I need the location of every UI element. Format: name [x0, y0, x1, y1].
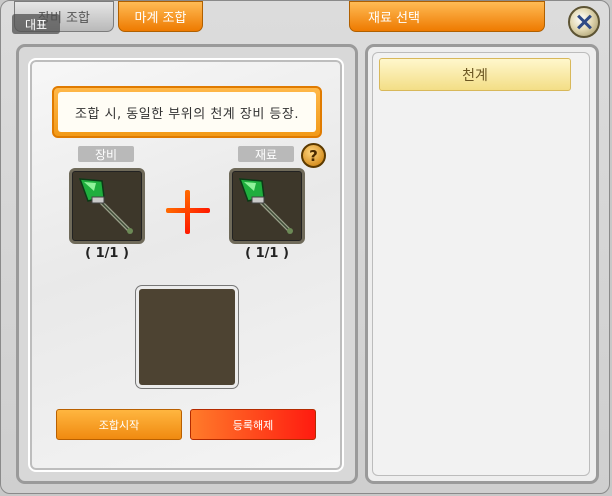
- unregister-button[interactable]: 등록해제: [190, 409, 316, 440]
- green-scepter-icon: [238, 178, 293, 234]
- material-list-panel: [372, 52, 590, 476]
- equipment-count: ( 1/1 ): [85, 246, 129, 261]
- representative-badge: 대표: [12, 14, 60, 34]
- notice-text: 조합 시, 동일한 부위의 천계 장비 등장.: [58, 92, 316, 132]
- tab-magic-combine-label: 마계 조합: [134, 11, 187, 26]
- tab-material-select-label: 재료 선택: [368, 11, 420, 26]
- equipment-slot-label: 장비: [78, 146, 134, 162]
- plus-icon: [166, 190, 210, 234]
- notice-box: 조합 시, 동일한 부위의 천계 장비 등장.: [52, 86, 322, 138]
- close-icon[interactable]: [568, 6, 600, 38]
- equipment-slot[interactable]: [69, 168, 145, 244]
- material-list-item[interactable]: 천계: [379, 58, 571, 91]
- tab-magic-combine[interactable]: 마계 조합: [118, 1, 203, 32]
- start-combine-button[interactable]: 조합시작: [56, 409, 182, 440]
- result-slot: [136, 286, 238, 388]
- green-scepter-icon: [78, 178, 133, 234]
- material-slot[interactable]: [229, 168, 305, 244]
- material-count: ( 1/1 ): [245, 246, 289, 261]
- material-slot-label: 재료: [238, 146, 294, 162]
- tab-material-select[interactable]: 재료 선택: [349, 1, 545, 32]
- help-icon[interactable]: ?: [301, 143, 326, 168]
